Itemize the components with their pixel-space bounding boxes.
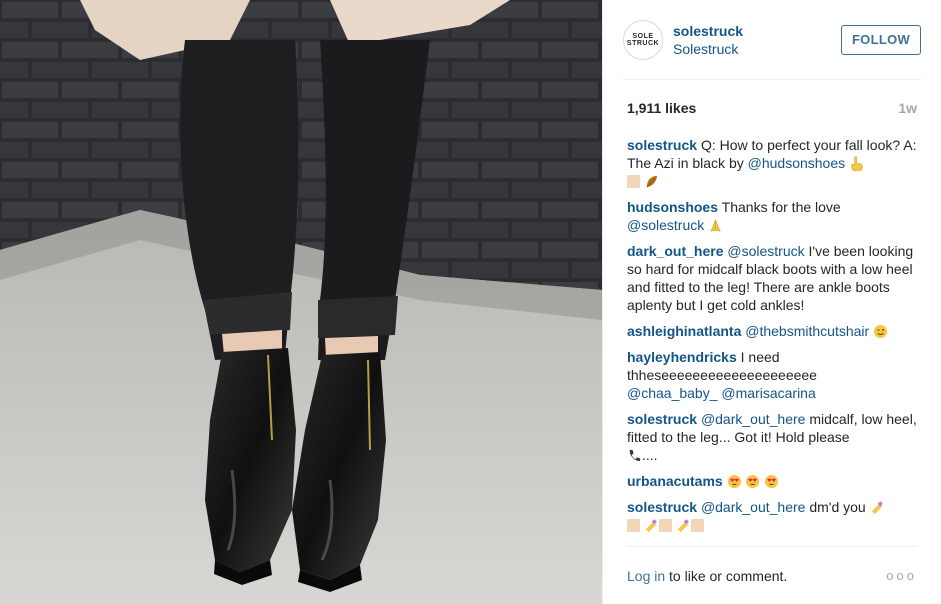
likes-count[interactable]: 1,911 likes (627, 100, 696, 116)
location-link[interactable]: Solestruck (673, 40, 743, 58)
heart-eyes-icon (765, 474, 779, 489)
user-info: solestruck Solestruck (673, 22, 743, 58)
comment-text: dm'd you (809, 499, 866, 515)
comment-mention[interactable]: @dark_out_here (701, 411, 806, 427)
comment-item: solestruck Q: How to perfect your fall l… (627, 136, 917, 190)
point-up-hand-icon (851, 156, 863, 171)
comment-author[interactable]: dark_out_here (627, 243, 723, 259)
avatar-text-bottom: STRUCK (626, 39, 660, 47)
nail-polish-icon (645, 519, 657, 533)
praying-hands-icon (710, 219, 721, 232)
comment-author[interactable]: solestruck (627, 411, 697, 427)
follow-button[interactable]: FOLLOW (841, 24, 921, 55)
login-link[interactable]: Log in (627, 568, 665, 584)
skin-tone-swatch-icon (659, 519, 672, 532)
post-timestamp[interactable]: 1w (898, 100, 917, 116)
more-options-icon[interactable]: ooo (886, 568, 917, 583)
comment-item: solestruck @dark_out_here dm'd you (627, 498, 917, 534)
comment-item: solestruck @dark_out_here midcalf, low h… (627, 410, 917, 464)
comment-mention[interactable]: @marisacarina (721, 385, 815, 401)
comment-author[interactable]: solestruck (627, 499, 697, 515)
comment-author[interactable]: solestruck (627, 137, 697, 153)
comment-item: hudsonshoes Thanks for the love @solestr… (627, 198, 917, 234)
comment-author[interactable]: ashleighinatlanta (627, 323, 741, 339)
comment-mention[interactable]: @solestruck (727, 243, 804, 259)
comment-mention[interactable]: @solestruck (627, 217, 704, 233)
avatar[interactable]: SOLE STRUCK (623, 19, 663, 60)
post-photo[interactable] (0, 0, 602, 604)
post-header: SOLE STRUCK solestruck Solestruck FOLLOW (623, 0, 921, 80)
comment-mention[interactable]: @thebsmithcutshair (745, 323, 869, 339)
post-side-panel: SOLE STRUCK solestruck Solestruck FOLLOW… (602, 0, 941, 604)
nail-polish-icon (871, 501, 883, 515)
comment-item: hayleyhendricks I need thheseeeeeeeeeeee… (627, 348, 917, 402)
heart-eyes-icon (727, 474, 741, 489)
winking-face-icon (874, 324, 888, 339)
post-footer: Log in to like or comment. ooo (627, 546, 917, 604)
comment-author[interactable]: hudsonshoes (627, 199, 718, 215)
author-username-link[interactable]: solestruck (673, 22, 743, 40)
comment-item: urbanacutams (627, 472, 917, 490)
heart-eyes-icon (746, 474, 760, 489)
comment-mention[interactable]: @chaa_baby_ (627, 385, 718, 401)
comment-text: Thanks for the love (721, 199, 841, 215)
nail-polish-icon (677, 519, 689, 533)
comment-mention[interactable]: @hudsonshoes (748, 155, 846, 171)
skin-tone-swatch-icon (627, 519, 640, 532)
post-meta: 1,911 likes 1w (627, 80, 917, 136)
login-suffix: to like or comment. (665, 567, 788, 584)
instagram-post: SOLE STRUCK solestruck Solestruck FOLLOW… (0, 0, 941, 604)
comment-trailing-text: .... (642, 447, 658, 463)
skin-tone-swatch-icon (691, 519, 704, 532)
comment-item: ashleighinatlanta @thebsmithcutshair (627, 322, 917, 340)
comment-author[interactable]: hayleyhendricks (627, 349, 737, 365)
login-prompt: Log in to like or comment. (627, 568, 787, 584)
comment-item: dark_out_here @solestruck I've been look… (627, 242, 917, 314)
avatar-text-top: SOLE (632, 32, 654, 40)
telephone-icon (629, 449, 641, 462)
comments-list: solestruck Q: How to perfect your fall l… (627, 136, 917, 546)
comment-mention[interactable]: @dark_out_here (701, 499, 806, 515)
fallen-leaf-icon (646, 175, 658, 188)
boots-photo-illustration (0, 0, 602, 604)
skin-tone-swatch-icon (627, 175, 640, 188)
comment-author[interactable]: urbanacutams (627, 473, 723, 489)
